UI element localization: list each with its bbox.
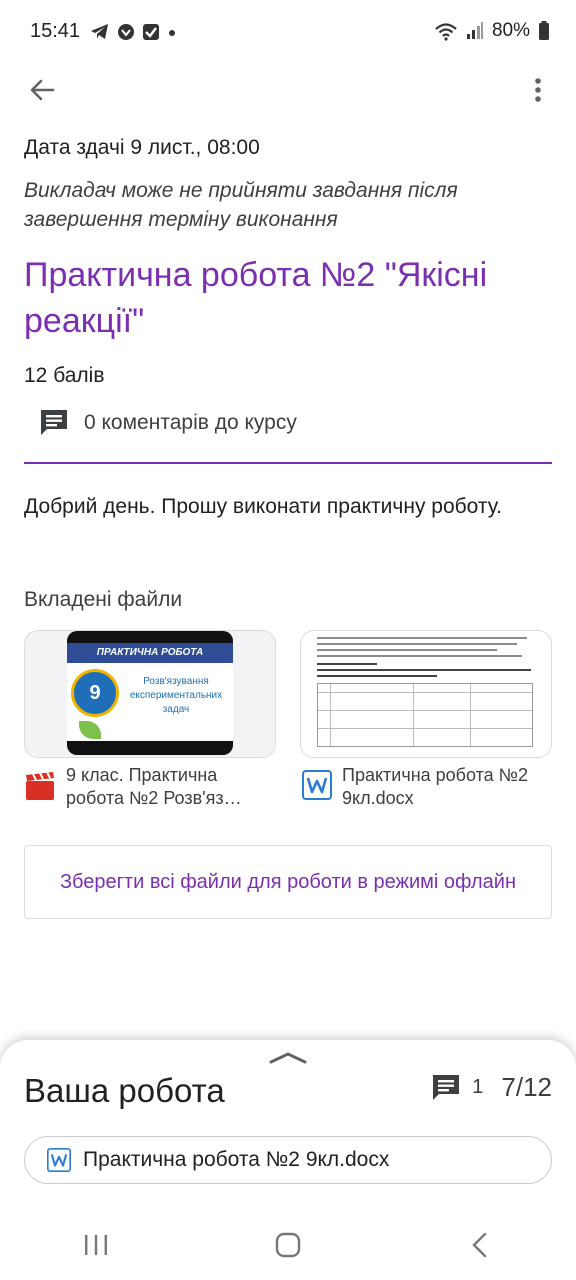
attachment-card-doc[interactable] [300,630,552,758]
sheet-expand-handle[interactable] [268,1050,308,1066]
your-work-title: Ваша робота [24,1072,225,1109]
telegram-icon [91,24,108,39]
class-comments-label: 0 коментарів до курсу [84,411,297,434]
thumbnail-number: 9 [71,669,119,717]
video-thumbnail: ПРАКТИЧНА РОБОТА 9 Розв'язування експери… [67,631,233,755]
leaf-graphic [79,721,101,739]
status-time: 15:41 [30,20,81,42]
private-comment-icon [433,1074,460,1100]
private-comment-count: 1 [472,1076,484,1098]
more-options-button[interactable] [520,72,556,108]
recent-apps-button[interactable] [66,1225,126,1265]
system-nav-bar [0,1210,576,1280]
attachment-card-video[interactable]: ПРАКТИЧНА РОБОТА 9 Розв'язування експери… [24,630,276,758]
arrow-left-icon [30,79,55,101]
due-date: Дата здачі 9 лист., 08:00 [24,136,260,159]
class-comments-link[interactable]: 0 коментарів до курсу [38,408,297,438]
grade: 7/12 [501,1072,552,1102]
chevron-up-icon [269,1052,307,1064]
viber-icon [118,24,134,40]
document-thumbnail [307,631,545,757]
submitted-file-name: Практична робота №2 9кл.docx [83,1148,390,1171]
attachment-video-label[interactable]: 9 клас. Практична робота №2 Розв'яз… [24,764,274,810]
private-comments-and-grade[interactable]: 1 7/12 [430,1072,552,1103]
home-icon [275,1232,301,1258]
assignment-description: Добрий день. Прошу виконати практичну ро… [24,495,502,518]
home-button[interactable] [258,1225,318,1265]
battery-icon [539,21,549,40]
submitted-file-chip[interactable]: Практична робота №2 9кл.docx [24,1136,552,1184]
status-system: 80% [434,20,550,42]
points: 12 балів [24,364,105,387]
battery-percent: 80% [491,20,530,41]
attachment-video-name: 9 клас. Практична робота №2 Розв'яз… [66,765,242,808]
wifi-icon [435,23,457,41]
word-doc-icon [47,1148,71,1172]
thumbnail-header: ПРАКТИЧНА РОБОТА [67,643,233,663]
attachment-doc-label[interactable]: Практична робота №2 9кл.docx [302,764,552,810]
video-clapper-icon [26,771,54,800]
save-offline-button[interactable]: Зберегти всі файли для роботи в режимі о… [24,845,552,919]
attachments-heading: Вкладені файли [24,588,183,611]
word-doc-icon [302,770,332,800]
thumbnail-text: Розв'язування експериментальних задач [129,676,223,715]
back-button[interactable] [24,72,60,108]
more-vert-icon [535,78,541,102]
recent-apps-icon [85,1235,107,1255]
signal-icon [466,22,483,39]
late-warning: Викладач може не прийняти завдання після… [24,179,458,231]
dot-icon [169,30,175,36]
chevron-left-icon [472,1232,487,1258]
nav-back-button[interactable] [450,1225,510,1265]
status-notification-icons [90,22,178,42]
divider [24,462,552,464]
comment-icon [41,410,67,435]
assignment-title: Практична робота №2 "Якісні реакції" [24,256,488,340]
attachment-doc-name: Практична робота №2 9кл.docx [342,765,528,808]
checkbox-icon [143,24,159,40]
